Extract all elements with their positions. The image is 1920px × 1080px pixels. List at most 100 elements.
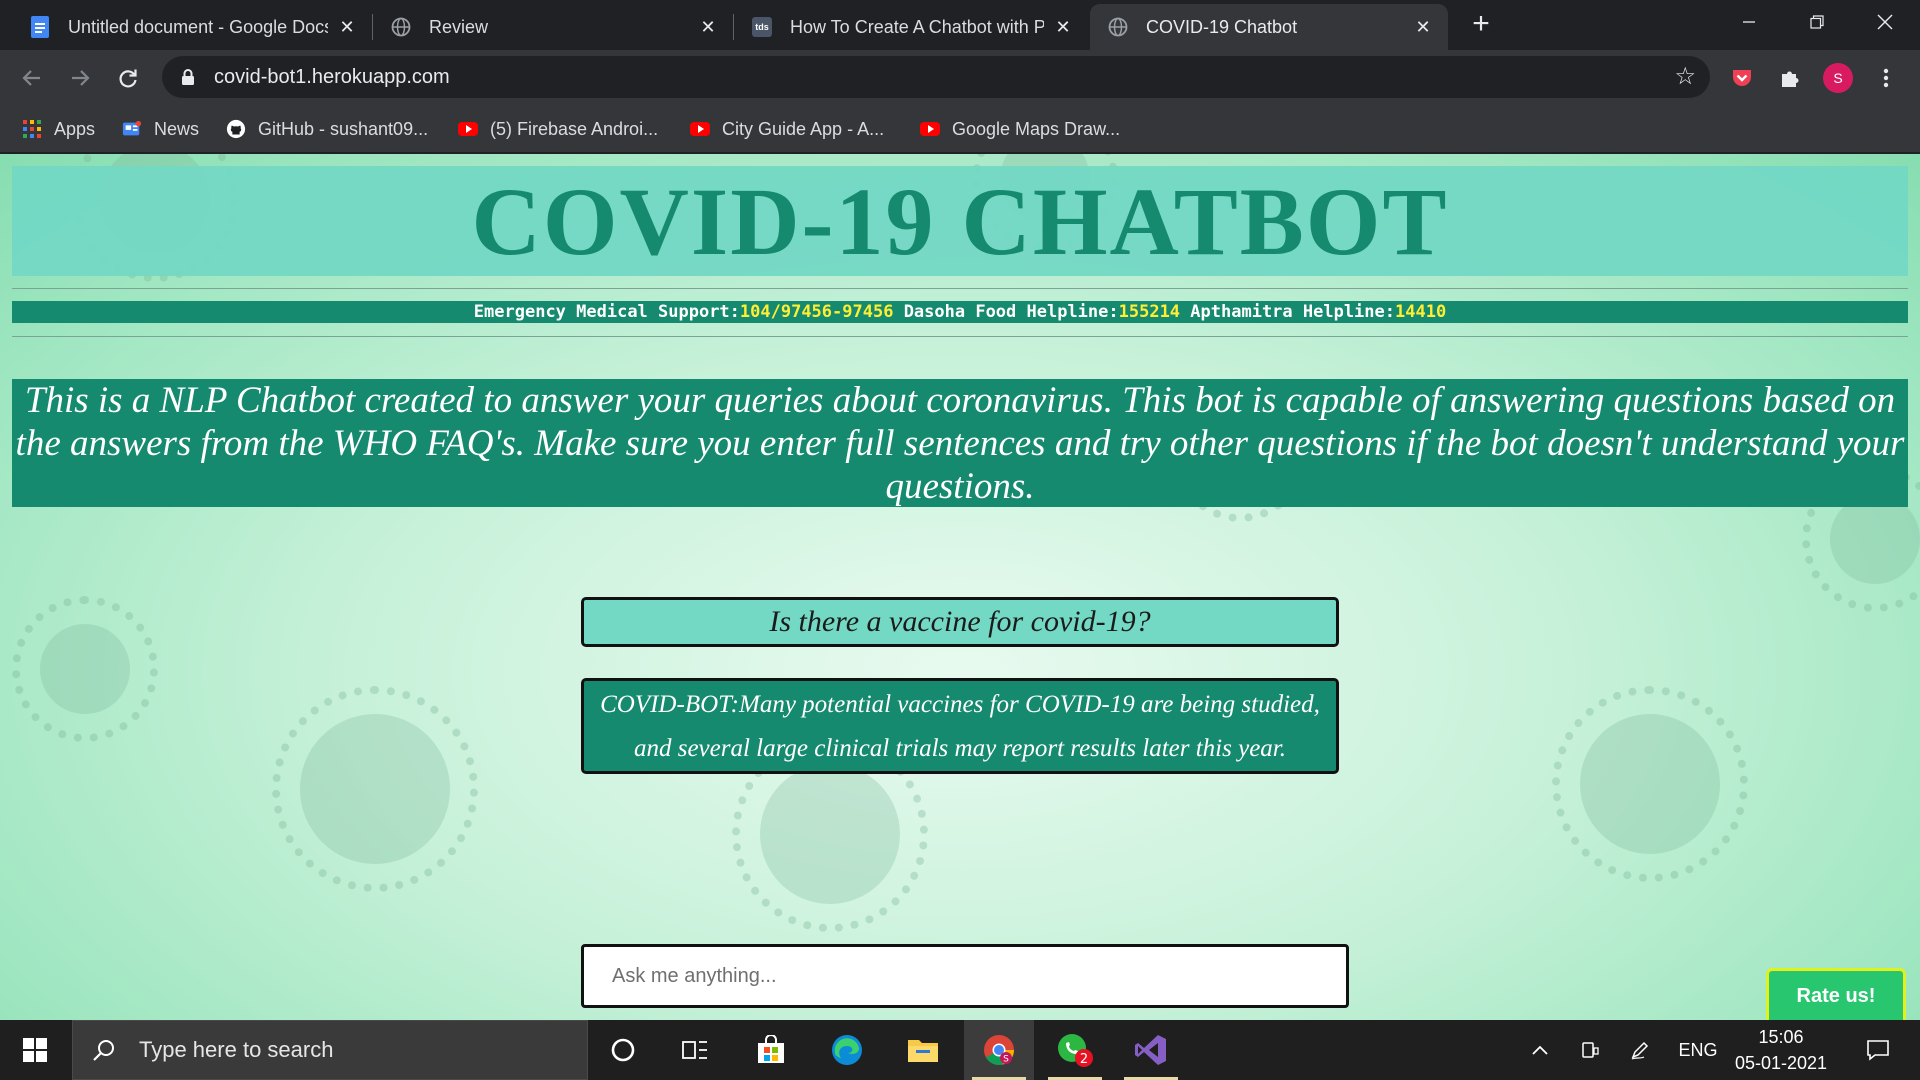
tab-review[interactable]: Review ✕ xyxy=(373,4,733,50)
chat-input[interactable] xyxy=(581,944,1349,1008)
show-hidden-icons[interactable] xyxy=(1522,1020,1558,1080)
notification-icon xyxy=(1867,1040,1889,1061)
user-message-bubble: Is there a vaccine for covid-19? xyxy=(581,597,1339,647)
search-icon xyxy=(91,1037,117,1063)
microsoft-store-button[interactable] xyxy=(736,1020,806,1080)
cortana-button[interactable] xyxy=(588,1020,658,1080)
bookmark-label: (5) Firebase Androi... xyxy=(490,118,659,139)
tab-tds-chatbot[interactable]: tds How To Create A Chatbot with Python … xyxy=(734,4,1088,50)
bot-message-bubble: COVID-BOT:Many potential vaccines for CO… xyxy=(581,678,1339,774)
helpline-label: Emergency Medical Support: xyxy=(473,302,740,322)
close-tab-icon[interactable]: ✕ xyxy=(697,16,719,38)
youtube-icon xyxy=(920,119,940,139)
youtube-icon xyxy=(458,119,478,139)
bookmark-label: News xyxy=(154,118,200,139)
avatar: S xyxy=(1823,63,1853,93)
back-button[interactable] xyxy=(16,62,48,94)
helpline-number: 14410 xyxy=(1395,302,1447,322)
cortana-circle-icon xyxy=(611,1038,635,1062)
forward-button[interactable] xyxy=(64,62,96,94)
apps-grid-icon xyxy=(22,119,42,139)
tds-icon: tds xyxy=(752,17,772,37)
bookmark-label: Apps xyxy=(54,118,96,139)
search-placeholder: Type here to search xyxy=(139,1037,334,1062)
action-center-button[interactable] xyxy=(1850,1020,1906,1080)
system-clock[interactable]: 15:06 05-01-2021 xyxy=(1726,1024,1836,1076)
lock-icon[interactable] xyxy=(180,67,196,87)
page-viewport: COVID-19 CHATBOT Emergency Medical Suppo… xyxy=(0,154,1920,1020)
back-arrow-icon xyxy=(22,70,40,86)
bookmark-news[interactable]: News xyxy=(122,115,199,143)
chrome-icon: S xyxy=(984,1035,1015,1066)
task-view-button[interactable] xyxy=(660,1020,730,1080)
visual-studio-button[interactable] xyxy=(1116,1020,1186,1080)
taskbar-search[interactable]: Type here to search xyxy=(72,1020,588,1080)
bookmark-google-maps-draw[interactable]: Google Maps Draw... xyxy=(920,115,1120,143)
visual-studio-icon xyxy=(1135,1035,1166,1065)
tab-strip: Untitled document - Google Docs ✕ Review… xyxy=(0,0,1920,50)
divider xyxy=(12,336,1908,337)
address-bar[interactable]: covid-bot1.herokuapp.com ☆ xyxy=(162,56,1710,98)
bookmark-city-guide-app[interactable]: City Guide App - A... xyxy=(690,115,884,143)
restore-button[interactable] xyxy=(1782,0,1852,44)
bookmarks-bar: Apps News GitHub - sushant09... (5) Fire… xyxy=(0,105,1920,153)
chrome-menu-icon[interactable] xyxy=(1870,62,1902,94)
language-indicator[interactable]: ENG xyxy=(1670,1020,1726,1080)
new-tab-button[interactable]: + xyxy=(1466,9,1496,40)
edge-icon xyxy=(832,1035,862,1065)
clock-time: 15:06 xyxy=(1758,1027,1804,1047)
url-text[interactable]: covid-bot1.herokuapp.com xyxy=(214,66,450,89)
reload-button[interactable] xyxy=(112,62,144,94)
extensions-puzzle-icon[interactable] xyxy=(1774,62,1806,94)
bot-message-text: COVID-BOT:Many potential vaccines for CO… xyxy=(600,691,1320,762)
svg-text:S: S xyxy=(1003,1055,1009,1065)
virus-decoration xyxy=(1802,466,1920,612)
close-tab-icon[interactable]: ✕ xyxy=(336,16,358,38)
bookmark-label: GitHub - sushant09... xyxy=(258,118,429,139)
bookmark-github[interactable]: GitHub - sushant09... xyxy=(226,115,428,143)
globe-icon xyxy=(391,17,411,37)
chrome-button[interactable]: S xyxy=(964,1020,1034,1080)
virus-decoration xyxy=(1552,686,1748,882)
page-header: COVID-19 CHATBOT xyxy=(12,166,1908,276)
close-window-button[interactable] xyxy=(1850,0,1920,44)
google-docs-icon xyxy=(30,16,50,38)
page-title: COVID-19 CHATBOT xyxy=(471,167,1449,275)
edge-button[interactable] xyxy=(812,1020,882,1080)
close-tab-icon[interactable]: ✕ xyxy=(1412,16,1434,38)
virus-decoration xyxy=(12,596,158,742)
profile-avatar[interactable]: S xyxy=(1822,62,1854,94)
start-button[interactable] xyxy=(0,1020,70,1080)
whatsapp-icon: 2 xyxy=(1058,1034,1093,1067)
tab-title: COVID-19 Chatbot xyxy=(1146,16,1298,37)
folder-icon xyxy=(908,1040,938,1062)
reload-icon xyxy=(119,69,137,88)
network-tray-icon[interactable] xyxy=(1572,1020,1608,1080)
close-tab-icon[interactable]: ✕ xyxy=(1052,16,1074,38)
minimize-button[interactable] xyxy=(1714,0,1784,44)
pocket-extension-icon[interactable] xyxy=(1726,62,1758,94)
windows-taskbar: Type here to search S 2 ENG 15:06 05-01-… xyxy=(0,1020,1920,1080)
tab-google-docs[interactable]: Untitled document - Google Docs ✕ xyxy=(12,4,372,50)
intro-text: This is a NLP Chatbot created to answer … xyxy=(12,379,1908,507)
task-view-icon xyxy=(682,1041,707,1059)
helpline-label: Apthamitra Helpline: xyxy=(1190,302,1395,322)
bookmark-label: City Guide App - A... xyxy=(722,118,885,139)
rate-us-button[interactable]: Rate us! xyxy=(1766,968,1906,1020)
bookmark-star-icon[interactable]: ☆ xyxy=(1674,64,1696,90)
tab-covid-chatbot[interactable]: COVID-19 Chatbot ✕ xyxy=(1090,4,1448,50)
globe-icon xyxy=(1108,17,1128,37)
bookmark-apps[interactable]: Apps xyxy=(22,115,95,143)
whatsapp-button[interactable]: 2 xyxy=(1040,1020,1110,1080)
pen-tray-icon[interactable] xyxy=(1622,1020,1658,1080)
file-explorer-button[interactable] xyxy=(888,1020,958,1080)
clock-date: 05-01-2021 xyxy=(1734,1053,1828,1073)
windows-logo-icon xyxy=(23,1038,47,1062)
bookmark-firebase-android[interactable]: (5) Firebase Androi... xyxy=(458,115,658,143)
tab-title: Untitled document - Google Docs xyxy=(68,16,328,37)
helpline-label: Dasoha Food Helpline: xyxy=(903,302,1119,322)
user-message-text: Is there a vaccine for covid-19? xyxy=(769,605,1151,638)
tab-title: How To Create A Chatbot with Python xyxy=(790,16,1044,37)
chevron-up-icon xyxy=(1532,1045,1548,1055)
tab-title: Review xyxy=(429,16,489,37)
